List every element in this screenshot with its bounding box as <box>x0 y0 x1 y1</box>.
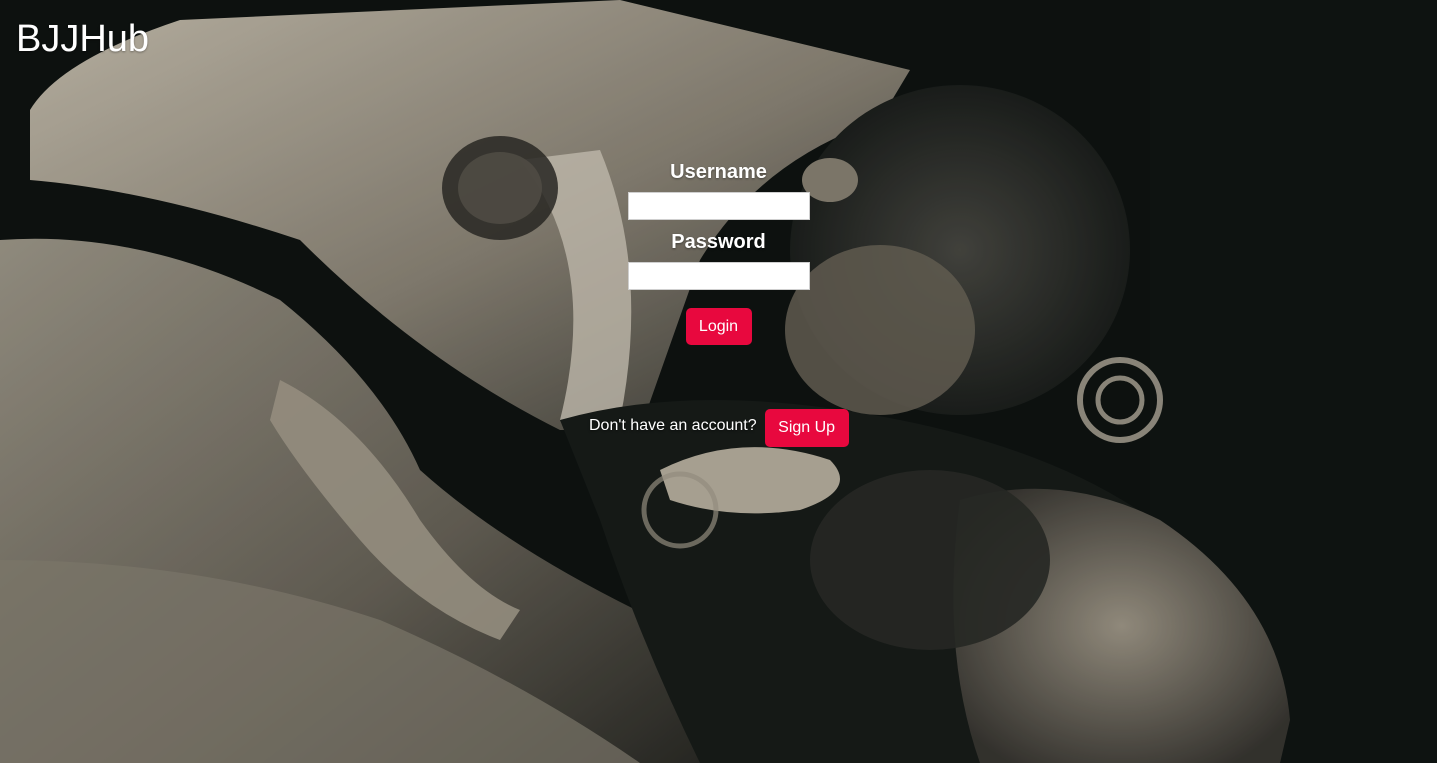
login-button[interactable]: Login <box>685 308 752 345</box>
password-label: Password <box>671 231 766 253</box>
login-form: Username Password Login <box>0 158 1437 345</box>
username-input[interactable] <box>627 192 810 220</box>
password-input[interactable] <box>627 262 810 290</box>
username-label: Username <box>670 161 767 183</box>
login-page: BJJHub Username Password Login Don't hav… <box>0 0 1437 763</box>
brand-title[interactable]: BJJHub <box>16 20 149 58</box>
background-photo <box>0 0 1437 763</box>
signup-row: Don't have an account? Sign Up <box>589 409 849 447</box>
signup-prompt: Don't have an account? <box>589 417 757 434</box>
signup-button[interactable]: Sign Up <box>764 409 849 447</box>
